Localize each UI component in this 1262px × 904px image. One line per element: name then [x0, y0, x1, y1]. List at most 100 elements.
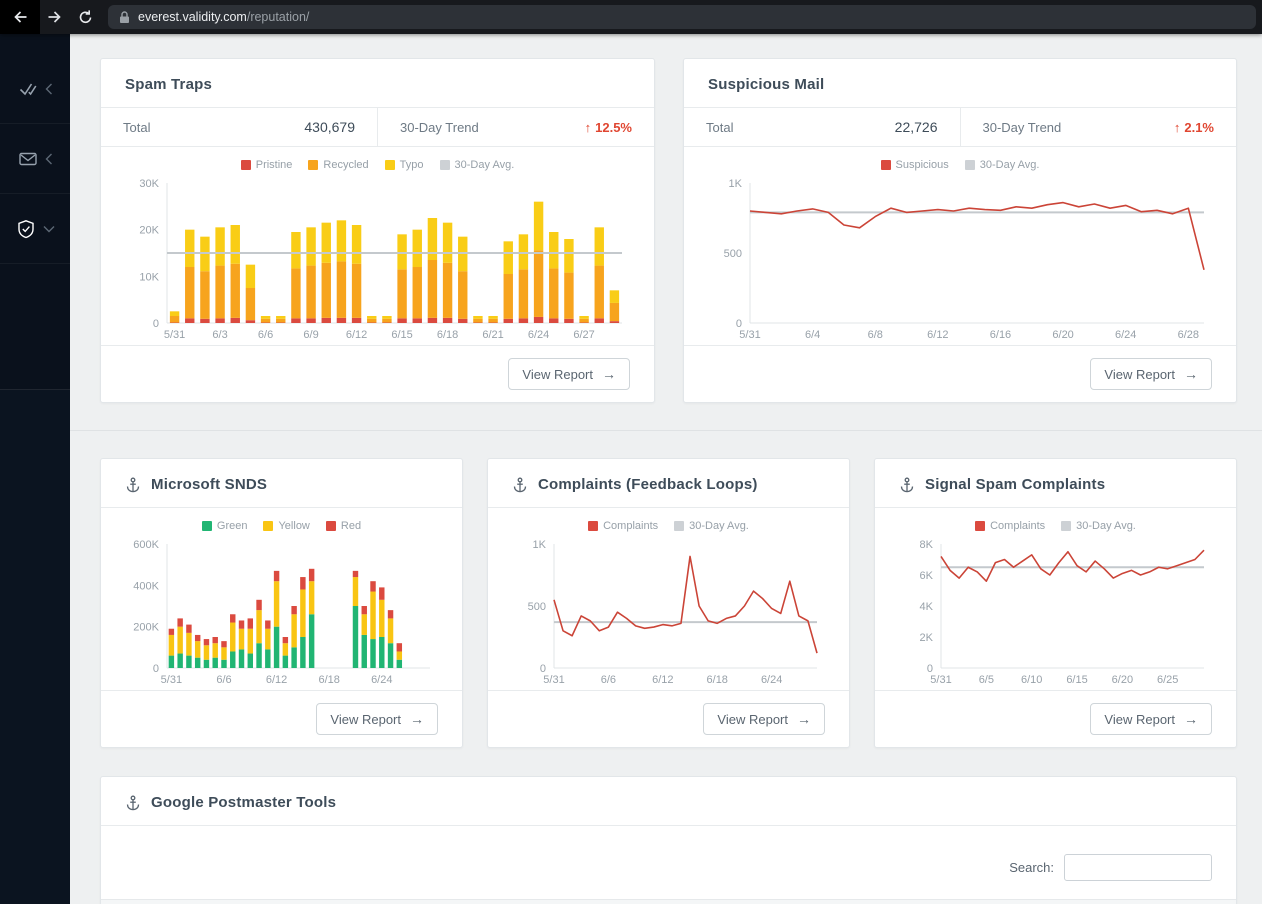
- svg-text:0: 0: [153, 318, 159, 330]
- svg-text:6/24: 6/24: [371, 674, 392, 686]
- column-dmarc[interactable]: DMARC ? ⇅: [863, 899, 989, 904]
- card-title: Suspicious Mail: [708, 76, 825, 93]
- svg-text:1K: 1K: [533, 539, 547, 551]
- trend-up-icon: ↑: [1173, 119, 1181, 135]
- legend-item: Typo: [384, 159, 424, 171]
- anchor-icon: [126, 795, 140, 810]
- legend-label: 30-Day Avg.: [454, 159, 515, 171]
- legend-swatch: [240, 160, 251, 170]
- search-label: Search:: [1009, 860, 1054, 875]
- column-dkim[interactable]: DKIM ? ⇅: [749, 899, 863, 904]
- envelope-icon: [18, 152, 37, 165]
- card-header: Spam Traps: [101, 59, 654, 108]
- svg-text:5/31: 5/31: [161, 674, 182, 686]
- card-header: Complaints (Feedback Loops): [488, 459, 849, 508]
- sidebar-item-reputation[interactable]: [0, 194, 70, 264]
- legend-label: 30-Day Avg.: [689, 520, 749, 532]
- card-title: Spam Traps: [125, 76, 213, 93]
- sidebar-item-mail[interactable]: [0, 124, 70, 194]
- card-header: Microsoft SNDS: [101, 459, 462, 508]
- complaints-chart: 0 500 1K 5/31 6/6 6/12 6/18 6/24: [508, 536, 829, 688]
- chart-area: Suspicious 30-Day Avg. 0 500 1K 5/31 6/4 6/8 6…: [684, 147, 1236, 345]
- column-domain[interactable]: Domain ⇅: [101, 899, 351, 904]
- column-actions: [1154, 899, 1236, 904]
- svg-text:500: 500: [528, 601, 546, 613]
- lock-icon: [120, 10, 129, 23]
- card-title: Signal Spam Complaints: [925, 476, 1106, 493]
- svg-text:6/9: 6/9: [303, 329, 318, 341]
- view-report-button[interactable]: View Report →: [1090, 703, 1212, 735]
- stats-row: Total 22,726 30-Day Trend ↑ 2.1%: [684, 108, 1236, 147]
- spam-traps-chart: 0 10K 20K 30K 5/31 6/3 6/6 6/9 6/12 6/15 6/18 6/21 6…: [121, 175, 634, 343]
- card-title: Complaints (Feedback Loops): [538, 476, 758, 493]
- svg-text:6/25: 6/25: [1157, 674, 1178, 686]
- column-spf[interactable]: SPF ? ⇅: [639, 899, 749, 904]
- svg-text:5/31: 5/31: [930, 674, 951, 686]
- card-footer: View Report →: [101, 345, 654, 402]
- card-footer: View Report →: [101, 690, 462, 747]
- svg-text:6/12: 6/12: [927, 329, 948, 341]
- chart-legend: Pristine Recycled Typo 30-Day Avg.: [121, 159, 634, 171]
- svg-text:6/10: 6/10: [1021, 674, 1042, 686]
- search-input[interactable]: [1064, 854, 1212, 881]
- svg-text:6/27: 6/27: [573, 329, 594, 341]
- arrow-right-icon: →: [797, 711, 811, 727]
- svg-text:6/6: 6/6: [601, 674, 616, 686]
- view-report-label: View Report: [330, 711, 401, 727]
- legend-swatch: [880, 160, 891, 170]
- view-report-button[interactable]: View Report →: [703, 703, 825, 735]
- view-report-label: View Report: [717, 711, 788, 727]
- suspicious-mail-card: Suspicious Mail Total 22,726 30-Day Tren…: [683, 58, 1237, 403]
- svg-text:10K: 10K: [139, 271, 159, 283]
- anchor-icon: [126, 477, 140, 492]
- legend-item: Red: [325, 520, 361, 532]
- card-footer: View Report →: [488, 690, 849, 747]
- chart-area: Complaints 30-Day Avg. 0 2K 4K 6K 8K 5/31 6/5 6…: [875, 508, 1236, 690]
- legend-item: Green: [201, 520, 247, 532]
- view-report-button[interactable]: View Report →: [508, 358, 630, 390]
- google-postmaster-card: Google Postmaster Tools Search: Domain: [100, 776, 1237, 904]
- view-report-button[interactable]: View Report →: [1090, 358, 1212, 390]
- legend-item: Complaints: [588, 520, 658, 532]
- anchor-icon: [900, 477, 914, 492]
- anchor-icon: [513, 477, 527, 492]
- card-title: Microsoft SNDS: [151, 476, 268, 493]
- legend-label: Complaints: [990, 520, 1046, 532]
- legend-item: Yellow: [263, 520, 310, 532]
- svg-text:1K: 1K: [729, 178, 743, 190]
- complaints-card: Complaints (Feedback Loops) Complaints 3…: [487, 458, 850, 748]
- chart-area: Complaints 30-Day Avg. 0 500 1K 5/31 6/6 6/12…: [488, 508, 849, 690]
- refresh-button[interactable]: [70, 3, 100, 31]
- chart-legend: Complaints 30-Day Avg.: [895, 520, 1216, 532]
- view-report-label: View Report: [1104, 366, 1175, 382]
- forward-arrow-icon: [48, 11, 61, 23]
- forward-button[interactable]: [40, 3, 70, 31]
- svg-text:2K: 2K: [920, 632, 934, 644]
- microsoft-snds-chart: 0 200K 400K 600K 5/31 6/6 6/12 6/18 6/24: [121, 536, 442, 688]
- chevron-left-icon: [45, 83, 53, 95]
- legend-swatch: [325, 521, 336, 531]
- svg-text:5/31: 5/31: [164, 329, 185, 341]
- legend-label: Complaints: [603, 520, 659, 532]
- view-report-button[interactable]: View Report →: [316, 703, 438, 735]
- column-ip-warnings[interactable]: IP Warnings ? ⇅: [989, 899, 1154, 904]
- back-button[interactable]: [0, 0, 40, 34]
- chart-legend: Complaints 30-Day Avg.: [508, 520, 829, 532]
- legend-swatch: [263, 521, 274, 531]
- legend-item: Pristine: [240, 159, 292, 171]
- sidebar-item-validation[interactable]: [0, 54, 70, 124]
- total-stat: Total 22,726: [684, 108, 960, 146]
- legend-swatch: [384, 160, 395, 170]
- svg-text:8K: 8K: [920, 539, 934, 551]
- arrow-right-icon: →: [1184, 366, 1198, 382]
- svg-text:400K: 400K: [133, 580, 159, 592]
- card-header: Signal Spam Complaints: [875, 459, 1236, 508]
- svg-text:6/24: 6/24: [528, 329, 549, 341]
- svg-text:6/18: 6/18: [318, 674, 339, 686]
- url-bar[interactable]: everest.validity.com/reputation/: [108, 5, 1256, 29]
- legend-item: Suspicious: [880, 159, 949, 171]
- svg-text:6/15: 6/15: [391, 329, 412, 341]
- svg-text:6/16: 6/16: [990, 329, 1011, 341]
- signal-spam-chart: 0 2K 4K 6K 8K 5/31 6/5 6/10 6/15 6/20 6/25: [895, 536, 1216, 688]
- checkmarks-icon: [19, 83, 36, 95]
